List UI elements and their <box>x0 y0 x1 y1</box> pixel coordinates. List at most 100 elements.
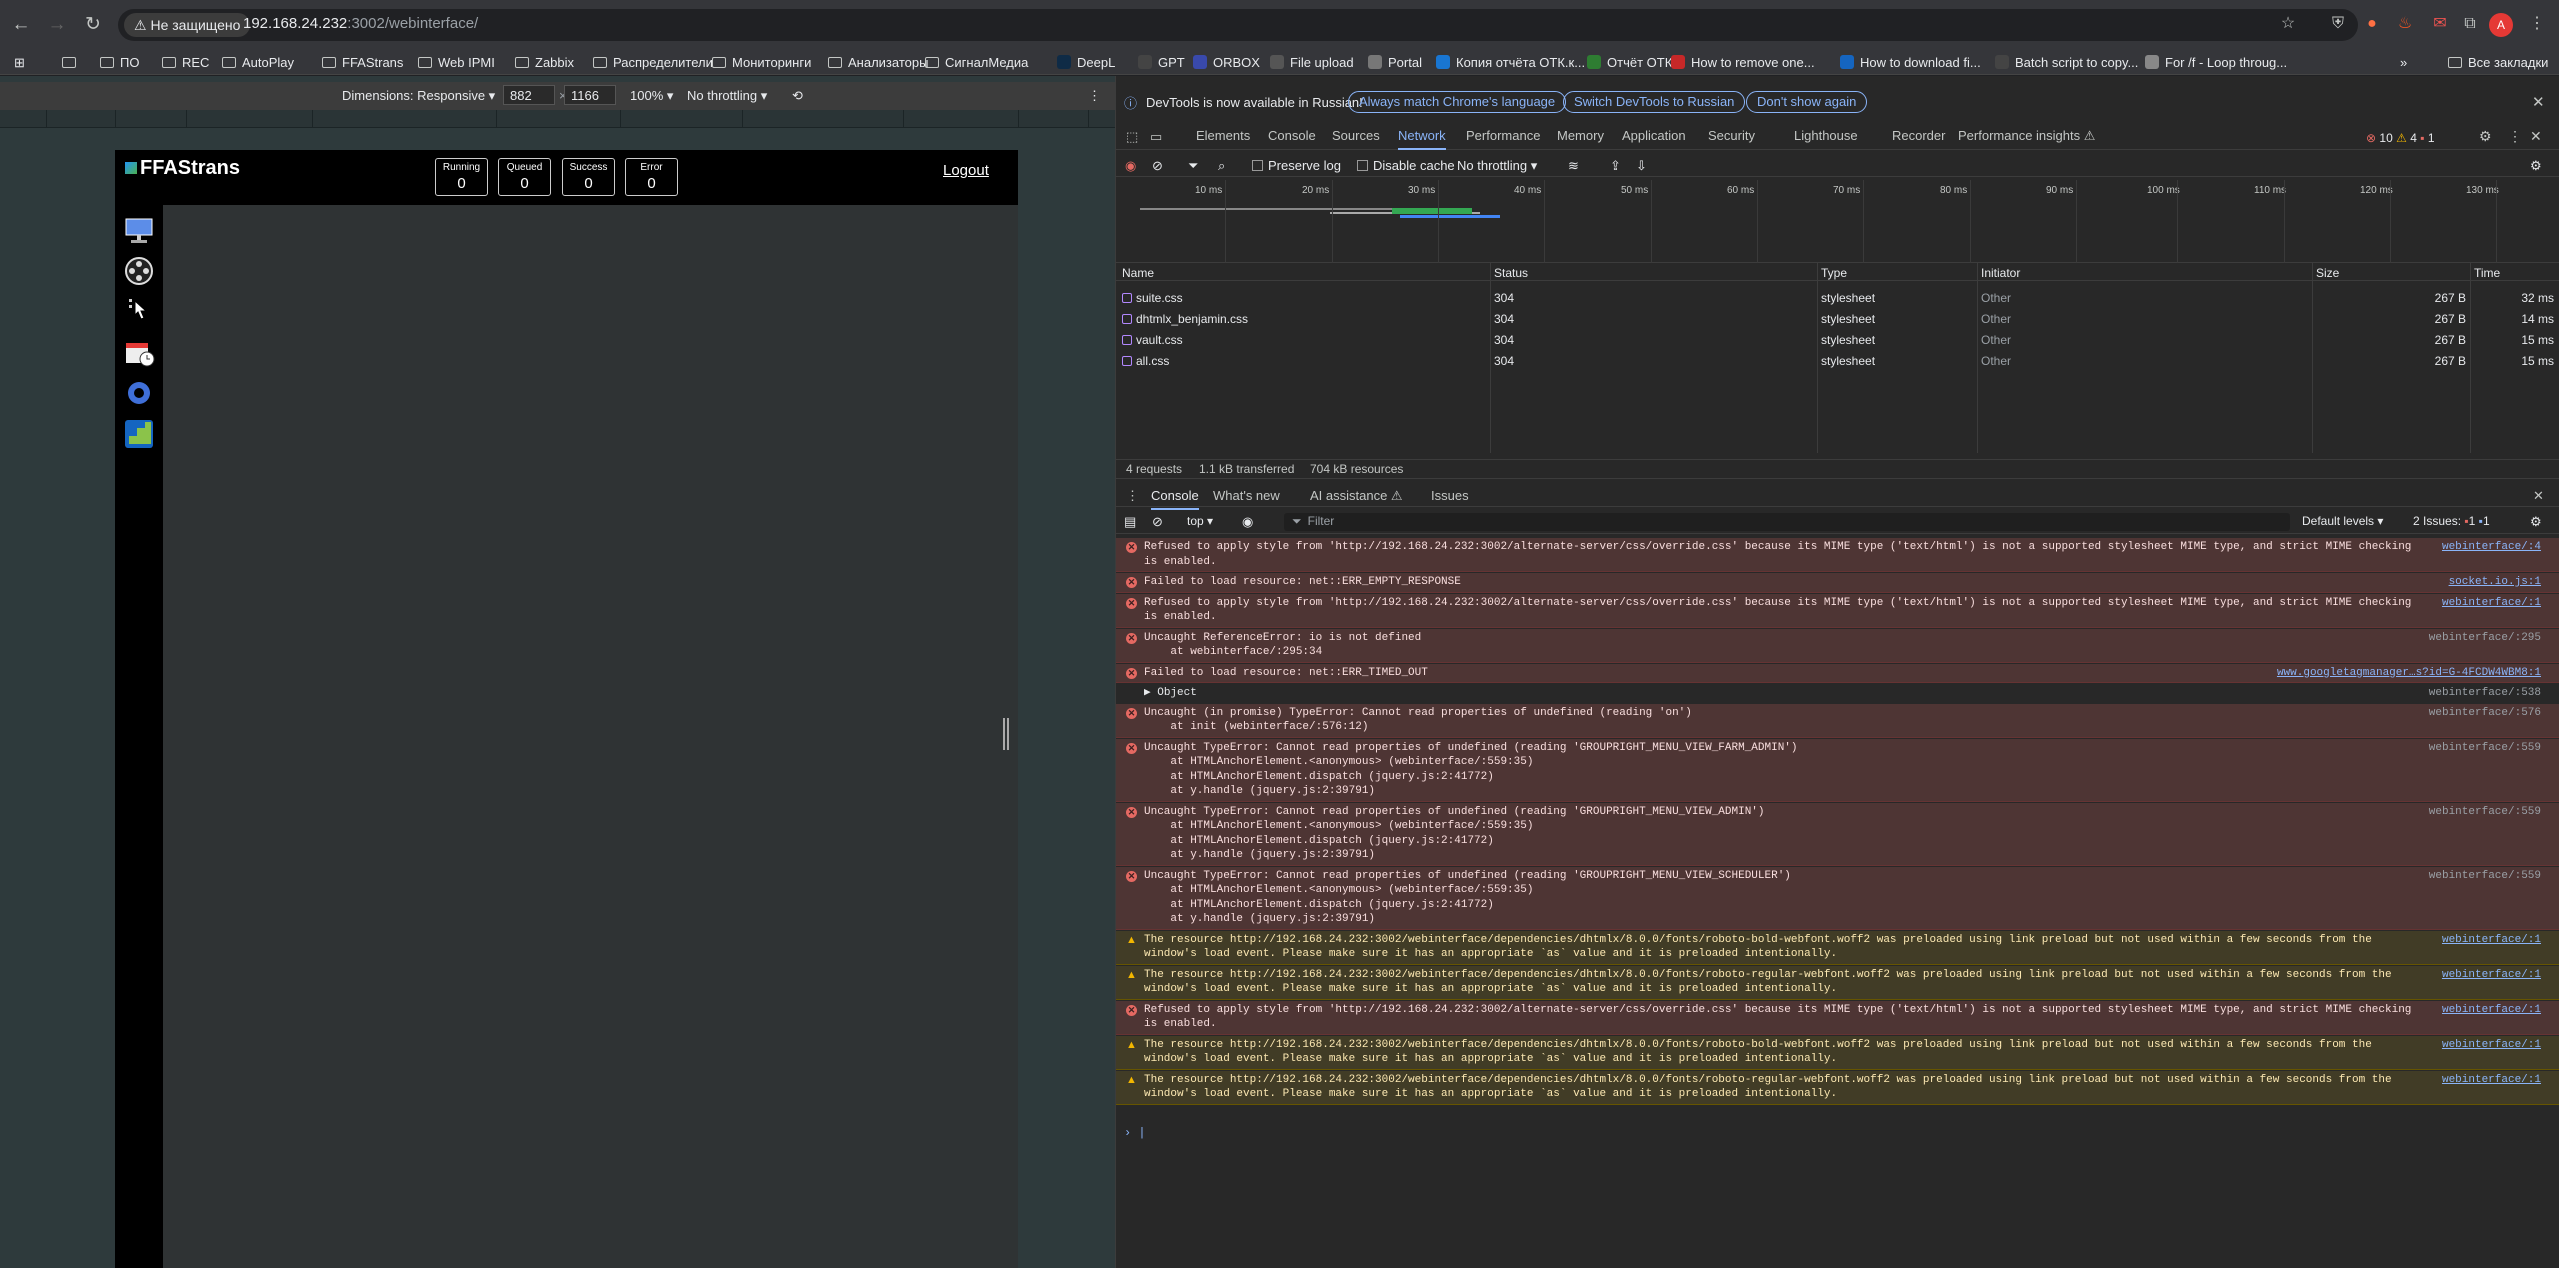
console-message-err[interactable]: ✕ Uncaught TypeError: Cannot read propert… <box>1116 738 2559 802</box>
bookmark-3[interactable]: AutoPlay <box>222 53 294 73</box>
pointer-cursor-icon[interactable] <box>123 295 155 327</box>
console-source-link[interactable]: webinterface/:1 <box>2442 1038 2541 1053</box>
console-message-err[interactable]: ✕ Uncaught ReferenceError: io is not defi… <box>1116 628 2559 663</box>
bookmark-19[interactable]: How to download fi... <box>1840 53 1981 73</box>
preserve-log-checkbox[interactable]: Preserve log <box>1252 158 1341 173</box>
issues-counter[interactable]: 2 Issues: ▪1 ▪1 <box>2413 514 2490 528</box>
throttle-select[interactable]: No throttling ▾ <box>687 88 767 104</box>
bookmark-5[interactable]: Web IPMI <box>418 53 495 73</box>
drawer-tab-issues[interactable]: Issues <box>1431 488 1469 503</box>
drawer-close-icon[interactable]: ✕ <box>2533 488 2544 504</box>
scheduler-calendar-icon[interactable] <box>123 337 155 369</box>
live-expression-eye-icon[interactable]: ◉ <box>1242 514 1253 530</box>
export-har-icon[interactable]: ⇩ <box>1636 158 1647 174</box>
console-message-err[interactable]: ✕ Failed to load resource: net::ERR_TIMED… <box>1116 663 2559 683</box>
apps-grid-icon[interactable]: ⊞ <box>14 53 25 73</box>
reload-icon[interactable]: ↻ <box>80 12 106 38</box>
ffastrans-app-icon[interactable] <box>123 418 155 450</box>
tab-network[interactable]: Network <box>1398 128 1446 150</box>
console-message-err[interactable]: ✕ Uncaught TypeError: Cannot read propert… <box>1116 866 2559 930</box>
console-source-link[interactable]: webinterface/:1 <box>2442 1003 2541 1018</box>
bookmark-18[interactable]: How to remove one... <box>1671 53 1815 73</box>
bookmark-1[interactable]: ПО <box>100 53 139 73</box>
bookmark-11[interactable]: DeepL <box>1057 53 1115 73</box>
console-source-link[interactable]: webinterface/:538 <box>2429 686 2541 701</box>
bookmark-15[interactable]: Portal <box>1368 53 1422 73</box>
switch-to-russian-button[interactable]: Switch DevTools to Russian <box>1563 91 1746 113</box>
drawer-tab-what-s-new[interactable]: What's new <box>1213 488 1280 503</box>
tab-performance[interactable]: Performance <box>1466 128 1540 143</box>
record-icon[interactable]: ◉ <box>1125 158 1136 174</box>
extension-gmail-icon[interactable]: ✉ <box>2429 13 2451 35</box>
bookmark-10[interactable]: СигналМедиа <box>925 53 1028 73</box>
extension-fire-icon[interactable]: ♨ <box>2394 13 2416 35</box>
all-bookmarks[interactable]: Все закладки <box>2448 53 2548 73</box>
console-message-err[interactable]: ✕ Refused to apply style from 'http://192… <box>1116 538 2559 572</box>
console-source-link[interactable]: webinterface/:1 <box>2442 933 2541 948</box>
bookmark-16[interactable]: Копия отчёта ОТК.к... <box>1436 53 1585 73</box>
bookmark-folder-blank[interactable] <box>62 53 82 73</box>
bookmark-9[interactable]: Анализаторы <box>828 53 928 73</box>
device-toggle-icon[interactable]: ▭ <box>1150 129 1162 145</box>
console-message-warn[interactable]: ▲ The resource http://192.168.24.232:3002… <box>1116 1070 2559 1105</box>
back-icon[interactable]: ← <box>8 12 34 38</box>
forward-icon[interactable]: → <box>44 12 70 38</box>
import-har-icon[interactable]: ⇪ <box>1610 158 1621 174</box>
disable-cache-checkbox[interactable]: Disable cache <box>1357 158 1455 173</box>
console-filter-input[interactable]: ⏷ Filter <box>1284 513 2290 531</box>
profile-avatar[interactable]: A <box>2489 13 2513 37</box>
console-sidebar-icon[interactable]: ▤ <box>1124 514 1136 530</box>
console-message-err[interactable]: ✕ Uncaught TypeError: Cannot read propert… <box>1116 802 2559 866</box>
browser-menu-icon[interactable]: ⋮ <box>2526 13 2548 35</box>
extension-record-icon[interactable]: ● <box>2361 13 2383 35</box>
console-clear-icon[interactable]: ⊘ <box>1152 514 1163 530</box>
tab-sources[interactable]: Sources <box>1332 128 1380 143</box>
devtools-more-icon[interactable]: ⋮ <box>2508 128 2522 145</box>
console-settings-icon[interactable]: ⚙ <box>2530 514 2542 530</box>
console-message-plain[interactable]: ▶ Object webinterface/:538 <box>1116 684 2559 704</box>
console-source-link[interactable]: www.googletagmanager…s?id=G-4FCDW4WBM8:1 <box>2277 666 2541 681</box>
drawer-menu-icon[interactable]: ⋮ <box>1126 488 1139 504</box>
console-source-link[interactable]: webinterface/:576 <box>2429 706 2541 721</box>
console-message-err[interactable]: ✕ Refused to apply style from 'http://192… <box>1116 593 2559 628</box>
tab-elements[interactable]: Elements <box>1196 128 1250 143</box>
zoom-select[interactable]: 100% ▾ <box>630 88 673 104</box>
console-source-link[interactable]: webinterface/:1 <box>2442 968 2541 983</box>
tab-console[interactable]: Console <box>1268 128 1316 143</box>
device-more-icon[interactable]: ⋮ <box>1088 88 1101 104</box>
tab-memory[interactable]: Memory <box>1557 128 1604 143</box>
tab-application[interactable]: Application <box>1622 128 1686 143</box>
context-select[interactable]: top ▾ <box>1187 514 1213 528</box>
extension-shield-icon[interactable]: ⛨ <box>2327 13 2349 35</box>
column-header-size[interactable]: Size <box>2316 266 2339 280</box>
filter-funnel-icon[interactable]: ⏷ <box>1188 158 1198 174</box>
security-chip[interactable]: ⚠ Не защищено <box>124 13 251 37</box>
console-message-warn[interactable]: ▲ The resource http://192.168.24.232:3002… <box>1116 930 2559 965</box>
device-height-input[interactable]: 1166 <box>564 85 616 105</box>
network-settings-icon[interactable]: ⚙ <box>2530 158 2542 174</box>
console-source-link[interactable]: webinterface/:559 <box>2429 805 2541 820</box>
always-match-language-button[interactable]: Always match Chrome's language <box>1348 91 1567 113</box>
console-source-link[interactable]: webinterface/:295 <box>2429 631 2541 646</box>
logout-link[interactable]: Logout <box>943 162 989 179</box>
bookmark-12[interactable]: GPT <box>1138 53 1185 73</box>
console-message-err[interactable]: ✕ Failed to load resource: net::ERR_EMPTY… <box>1116 573 2559 593</box>
settings-gear-icon[interactable] <box>123 377 155 409</box>
bookmark-21[interactable]: For /f - Loop throug... <box>2145 53 2287 73</box>
resize-handle[interactable] <box>1003 718 1009 750</box>
console-prompt[interactable]: › | <box>1124 1126 1146 1140</box>
console-source-link[interactable]: socket.io.js:1 <box>2449 575 2541 590</box>
column-header-name[interactable]: Name <box>1122 266 1154 280</box>
bookmark-20[interactable]: Batch script to copy... <box>1995 53 2138 73</box>
console-source-link[interactable]: webinterface/:559 <box>2429 741 2541 756</box>
console-message-warn[interactable]: ▲ The resource http://192.168.24.232:3002… <box>1116 965 2559 1000</box>
close-infobar-icon[interactable]: ✕ <box>2532 93 2545 111</box>
error-count-badge[interactable]: ⊗ 10 ⚠ 4 ▪ 1 <box>2366 131 2435 145</box>
bookmark-2[interactable]: REC <box>162 53 209 73</box>
log-levels-select[interactable]: Default levels ▾ <box>2302 514 2383 528</box>
search-icon[interactable]: ⌕ <box>1218 158 1225 174</box>
console-source-link[interactable]: webinterface/:4 <box>2442 540 2541 555</box>
column-header-initiator[interactable]: Initiator <box>1981 266 2020 280</box>
extensions-puzzle-icon[interactable]: ⧉ <box>2459 13 2481 35</box>
bookmark-13[interactable]: ORBOX <box>1193 53 1260 73</box>
